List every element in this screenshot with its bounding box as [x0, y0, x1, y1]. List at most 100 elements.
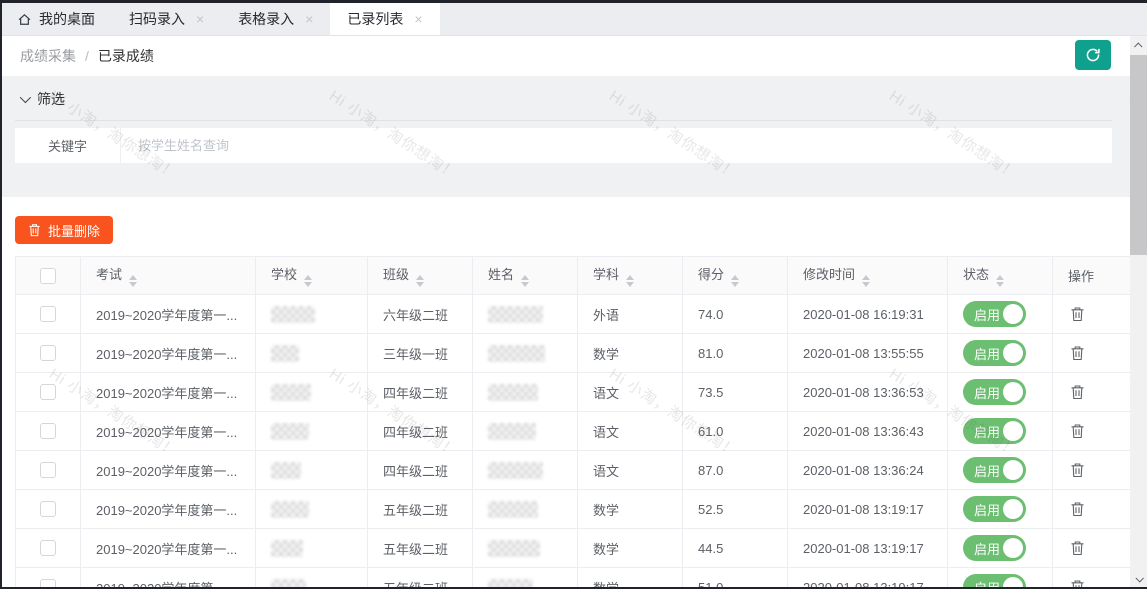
cell-school	[256, 295, 368, 334]
sort-icon[interactable]	[731, 275, 739, 287]
results-table: 考试 学校 班级 姓名 学科 得分 修改时间 状态 操作 2019~2020学年…	[15, 256, 1130, 589]
table-row: 2019~2020学年度第一... 四年级二班 语文 61.0 2020-01-…	[16, 412, 1131, 451]
refresh-button[interactable]	[1075, 40, 1111, 70]
cell-class: 五年级二班	[368, 568, 473, 589]
row-checkbox[interactable]	[40, 306, 56, 322]
main-content: 批量删除 考试 学校 班级 姓名 学科 得分 修改时间 状态	[0, 197, 1130, 589]
cell-class: 四年级二班	[368, 373, 473, 412]
breadcrumb-separator: /	[85, 48, 89, 64]
redacted-school	[271, 540, 303, 557]
tab-bar: 我的桌面 扫码录入 × 表格录入 × 已录列表 ×	[0, 3, 1147, 36]
column-header-school[interactable]: 学校	[256, 257, 368, 295]
cell-status: 启用	[948, 568, 1053, 589]
column-header-exam[interactable]: 考试	[81, 257, 256, 295]
close-icon[interactable]: ×	[414, 12, 422, 26]
scrollbar-thumb[interactable]	[1130, 55, 1147, 255]
sort-icon[interactable]	[416, 275, 424, 287]
cell-time: 2020-01-08 13:19:17	[788, 568, 948, 589]
sort-icon[interactable]	[626, 275, 634, 287]
cell-school	[256, 490, 368, 529]
scrollbar-up-arrow[interactable]	[1130, 38, 1147, 54]
cell-status: 启用	[948, 412, 1053, 451]
cell-status: 启用	[948, 529, 1053, 568]
batch-delete-button[interactable]: 批量删除	[15, 216, 113, 244]
keyword-field-group: 关键字	[15, 128, 1112, 163]
cell-exam: 2019~2020学年度第一...	[81, 451, 256, 490]
keyword-label: 关键字	[15, 128, 121, 163]
delete-row-icon[interactable]	[1068, 382, 1087, 402]
status-toggle[interactable]: 启用	[963, 535, 1026, 561]
cell-name	[473, 334, 578, 373]
column-header-name[interactable]: 姓名	[473, 257, 578, 295]
cell-actions	[1053, 334, 1131, 373]
column-header-status[interactable]: 状态	[948, 257, 1053, 295]
row-checkbox[interactable]	[40, 462, 56, 478]
cell-class: 三年级一班	[368, 334, 473, 373]
status-toggle[interactable]: 启用	[963, 457, 1026, 483]
status-toggle-label: 启用	[974, 344, 1000, 363]
column-header-score[interactable]: 得分	[683, 257, 788, 295]
delete-row-icon[interactable]	[1068, 538, 1087, 558]
scrollbar-down-arrow[interactable]	[1130, 571, 1147, 587]
status-toggle-label: 启用	[974, 539, 1000, 558]
table-row: 2019~2020学年度第一... 四年级二班 语文 73.5 2020-01-…	[16, 373, 1131, 412]
cell-status: 启用	[948, 373, 1053, 412]
status-toggle[interactable]: 启用	[963, 379, 1026, 405]
column-header-time[interactable]: 修改时间	[788, 257, 948, 295]
cell-exam: 2019~2020学年度第一...	[81, 529, 256, 568]
row-checkbox[interactable]	[40, 384, 56, 400]
row-checkbox[interactable]	[40, 540, 56, 556]
tab-my-desktop[interactable]: 我的桌面	[0, 3, 112, 35]
cell-time: 2020-01-08 13:36:43	[788, 412, 948, 451]
keyword-input[interactable]	[121, 128, 1112, 163]
sort-icon[interactable]	[304, 275, 312, 287]
tab-recorded-list[interactable]: 已录列表 ×	[330, 3, 439, 35]
cell-score: 81.0	[683, 334, 788, 373]
sort-icon[interactable]	[862, 275, 870, 287]
tab-table-entry[interactable]: 表格录入 ×	[221, 3, 330, 35]
delete-row-icon[interactable]	[1068, 460, 1087, 480]
status-toggle[interactable]: 启用	[963, 340, 1026, 366]
refresh-icon	[1084, 46, 1102, 64]
delete-row-icon[interactable]	[1068, 343, 1087, 363]
breadcrumb-section[interactable]: 成绩采集	[20, 46, 76, 66]
toggle-knob	[1003, 499, 1023, 519]
status-toggle[interactable]: 启用	[963, 496, 1026, 522]
delete-row-icon[interactable]	[1068, 304, 1087, 324]
sort-icon[interactable]	[521, 275, 529, 287]
sort-icon[interactable]	[996, 275, 1004, 287]
status-toggle[interactable]: 启用	[963, 301, 1026, 327]
close-icon[interactable]: ×	[196, 12, 204, 26]
sort-icon[interactable]	[129, 275, 137, 287]
cell-status: 启用	[948, 451, 1053, 490]
row-checkbox[interactable]	[40, 501, 56, 517]
window-edge	[0, 0, 2, 589]
column-header-subject[interactable]: 学科	[578, 257, 683, 295]
table-row: 2019~2020学年度第一... 四年级二班 语文 87.0 2020-01-…	[16, 451, 1131, 490]
cell-actions	[1053, 373, 1131, 412]
status-toggle[interactable]: 启用	[963, 418, 1026, 444]
cell-subject: 语文	[578, 451, 683, 490]
cell-score: 52.5	[683, 490, 788, 529]
cell-actions	[1053, 295, 1131, 334]
vertical-scrollbar[interactable]	[1130, 36, 1147, 589]
column-header-class[interactable]: 班级	[368, 257, 473, 295]
close-icon[interactable]: ×	[305, 12, 313, 26]
redacted-school	[271, 423, 309, 440]
tab-scan-entry[interactable]: 扫码录入 ×	[112, 3, 221, 35]
cell-school	[256, 568, 368, 589]
filter-collapse-toggle[interactable]: 筛选	[20, 89, 65, 109]
redacted-name	[488, 501, 538, 518]
row-checkbox[interactable]	[40, 345, 56, 361]
redacted-name	[488, 540, 540, 557]
delete-row-icon[interactable]	[1068, 421, 1087, 441]
tab-label: 我的桌面	[39, 9, 95, 29]
cell-school	[256, 334, 368, 373]
cell-actions	[1053, 529, 1131, 568]
cell-school	[256, 529, 368, 568]
cell-name	[473, 412, 578, 451]
row-checkbox[interactable]	[40, 423, 56, 439]
select-all-checkbox[interactable]	[40, 268, 56, 284]
delete-row-icon[interactable]	[1068, 499, 1087, 519]
cell-score: 87.0	[683, 451, 788, 490]
